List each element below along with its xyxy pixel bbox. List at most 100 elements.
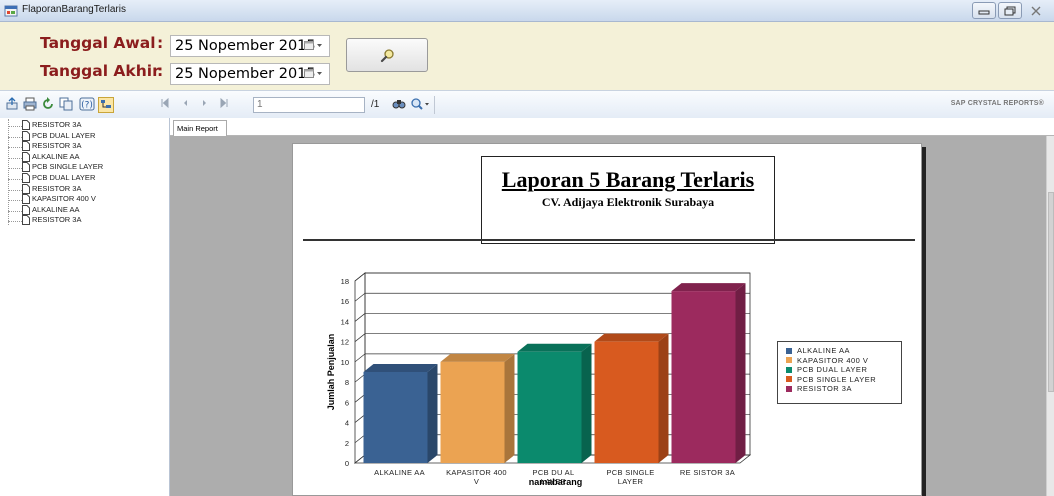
report-toolbar: (?) 1 /1 SAP CRYSTAL REPORTS® — [0, 90, 1054, 118]
tree-item[interactable]: ALKALINE AA — [0, 151, 160, 163]
print-icon[interactable] — [23, 97, 37, 111]
bar — [671, 291, 736, 463]
x-axis-title: namabarang — [529, 477, 583, 487]
tree-connector — [8, 157, 22, 159]
help-icon[interactable]: (?) — [79, 97, 95, 111]
tree-item[interactable]: PCB DUAL LAYER — [0, 130, 160, 142]
tree-item[interactable]: PCB DUAL LAYER — [0, 173, 160, 184]
x-tick-label: PCB DU AL — [533, 468, 575, 477]
legend-item: KAPASITOR 400 V — [786, 356, 901, 366]
page-icon — [22, 194, 30, 205]
calendar-dropdown-icon[interactable] — [304, 41, 324, 51]
bar — [440, 361, 505, 463]
tab-main-report[interactable]: Main Report — [173, 120, 227, 137]
chart-legend: ALKALINE AA KAPASITOR 400 V PCB DUAL LAYER… — [777, 341, 902, 404]
search-icon — [380, 49, 394, 63]
tree-item-label: RESISTOR 3A — [32, 120, 82, 129]
zoom-icon[interactable] — [410, 97, 430, 111]
y-tick-label: 0 — [345, 459, 349, 468]
tree-item[interactable]: RESISTOR 3A — [0, 120, 160, 131]
previous-page-icon[interactable] — [180, 97, 190, 109]
bar-top — [594, 333, 669, 342]
tree-item[interactable]: KAPASITOR 400 V — [0, 194, 160, 205]
tree-connector — [8, 210, 22, 212]
first-page-icon[interactable] — [160, 97, 170, 109]
bar-top — [363, 364, 438, 372]
maximize-button[interactable] — [998, 2, 1022, 19]
y-tick-label: 16 — [341, 297, 349, 306]
legend-swatch — [786, 366, 792, 373]
page-icon — [22, 130, 30, 141]
report-header-box: Laporan 5 Barang Terlaris CV. Adijaya El… — [481, 156, 775, 244]
tree-connector — [8, 179, 22, 180]
tree-item-label: PCB DUAL LAYER — [32, 173, 96, 182]
tree-item-label: ALKALINE AA — [32, 151, 80, 161]
page-count: /1 — [371, 99, 380, 110]
page-number-input[interactable]: 1 — [253, 97, 365, 113]
legend-swatch — [786, 347, 792, 354]
tree-item[interactable]: PCB SINGLE LAYER — [0, 162, 160, 173]
page-icon — [22, 162, 30, 173]
legend-item: ALKALINE AA — [786, 346, 901, 356]
tree-item-label: RESISTOR 3A — [32, 183, 82, 193]
tree-connector — [8, 168, 22, 170]
svg-text:(?): (?) — [81, 101, 93, 111]
tree-item-label: PCB DUAL LAYER — [32, 130, 96, 140]
x-tick-label: LAYER — [618, 477, 644, 486]
app-icon — [4, 5, 18, 17]
report-tabstrip: Main Report — [170, 118, 1054, 137]
export-icon[interactable] — [5, 97, 19, 111]
y-axis-title: Jumlah Penjualan — [326, 334, 336, 411]
y-tick-label: 6 — [345, 398, 349, 407]
y-tick-label: 18 — [341, 277, 349, 286]
y-tick-label: 8 — [345, 378, 349, 387]
report-title: Laporan 5 Barang Terlaris — [501, 167, 755, 192]
window-title: FlaporanBarangTerlaris — [22, 4, 126, 15]
tree-item-label: RESISTOR 3A — [32, 141, 82, 151]
minimize-icon — [978, 10, 990, 15]
tree-item-label: PCB SINGLE LAYER — [32, 162, 104, 172]
tree-item-label: RESISTOR 3A — [32, 215, 82, 225]
tree-connector — [8, 221, 22, 223]
bar — [363, 372, 428, 463]
vertical-scrollbar[interactable] — [1046, 136, 1054, 496]
bar — [517, 351, 582, 463]
header-divider — [303, 239, 915, 241]
legend-label: PCB SINGLE LAYER — [797, 374, 877, 384]
sales-bar-chart: 0 2 4 6 8 10 12 14 16 18 Jumlah Penjualan ALKALINE … — [326, 272, 752, 487]
close-icon — [1031, 6, 1041, 16]
legend-swatch — [786, 376, 792, 383]
legend-swatch — [786, 357, 792, 364]
last-page-icon[interactable] — [219, 97, 229, 109]
scrollbar-thumb[interactable] — [1048, 192, 1054, 392]
close-button[interactable] — [1024, 2, 1048, 19]
tree-item[interactable]: ALKALINE AA — [0, 204, 160, 216]
next-page-icon[interactable] — [200, 97, 210, 109]
tree-item[interactable]: RESISTOR 3A — [0, 141, 160, 152]
tree-connector — [8, 200, 22, 202]
start-date-picker[interactable]: 25 Nopember 2015 — [170, 35, 330, 57]
start-date-value: 25 Nopember 2015 — [175, 38, 316, 54]
y-tick-label: 4 — [345, 419, 349, 428]
bar-side — [427, 364, 438, 463]
bar-top — [440, 353, 515, 362]
report-subtitle: CV. Adijaya Elektronik Surabaya — [541, 195, 715, 209]
end-date-picker[interactable]: 25 Nopember 2015 — [170, 63, 330, 85]
copy-icon[interactable] — [59, 97, 73, 111]
legend-item: PCB SINGLE LAYER — [786, 375, 901, 385]
legend-label: KAPASITOR 400 V — [797, 355, 869, 365]
calendar-dropdown-icon[interactable] — [304, 69, 324, 79]
end-date-colon: : — [157, 62, 164, 80]
y-tick-label: 14 — [341, 317, 349, 326]
refresh-icon[interactable] — [41, 97, 55, 111]
bar-side — [735, 283, 746, 463]
group-tree-toggle-icon[interactable] — [98, 97, 114, 113]
find-icon[interactable] — [392, 97, 406, 111]
minimize-button[interactable] — [972, 2, 996, 19]
tree-item[interactable]: RESISTOR 3A — [0, 183, 160, 195]
search-button[interactable] — [346, 38, 428, 72]
report-page: Laporan 5 Barang Terlaris CV. Adijaya El… — [292, 143, 922, 496]
tree-item-label: KAPASITOR 400 V — [32, 194, 96, 204]
legend-label: RESISTOR 3A — [797, 384, 852, 394]
tree-item[interactable]: RESISTOR 3A — [0, 215, 160, 226]
